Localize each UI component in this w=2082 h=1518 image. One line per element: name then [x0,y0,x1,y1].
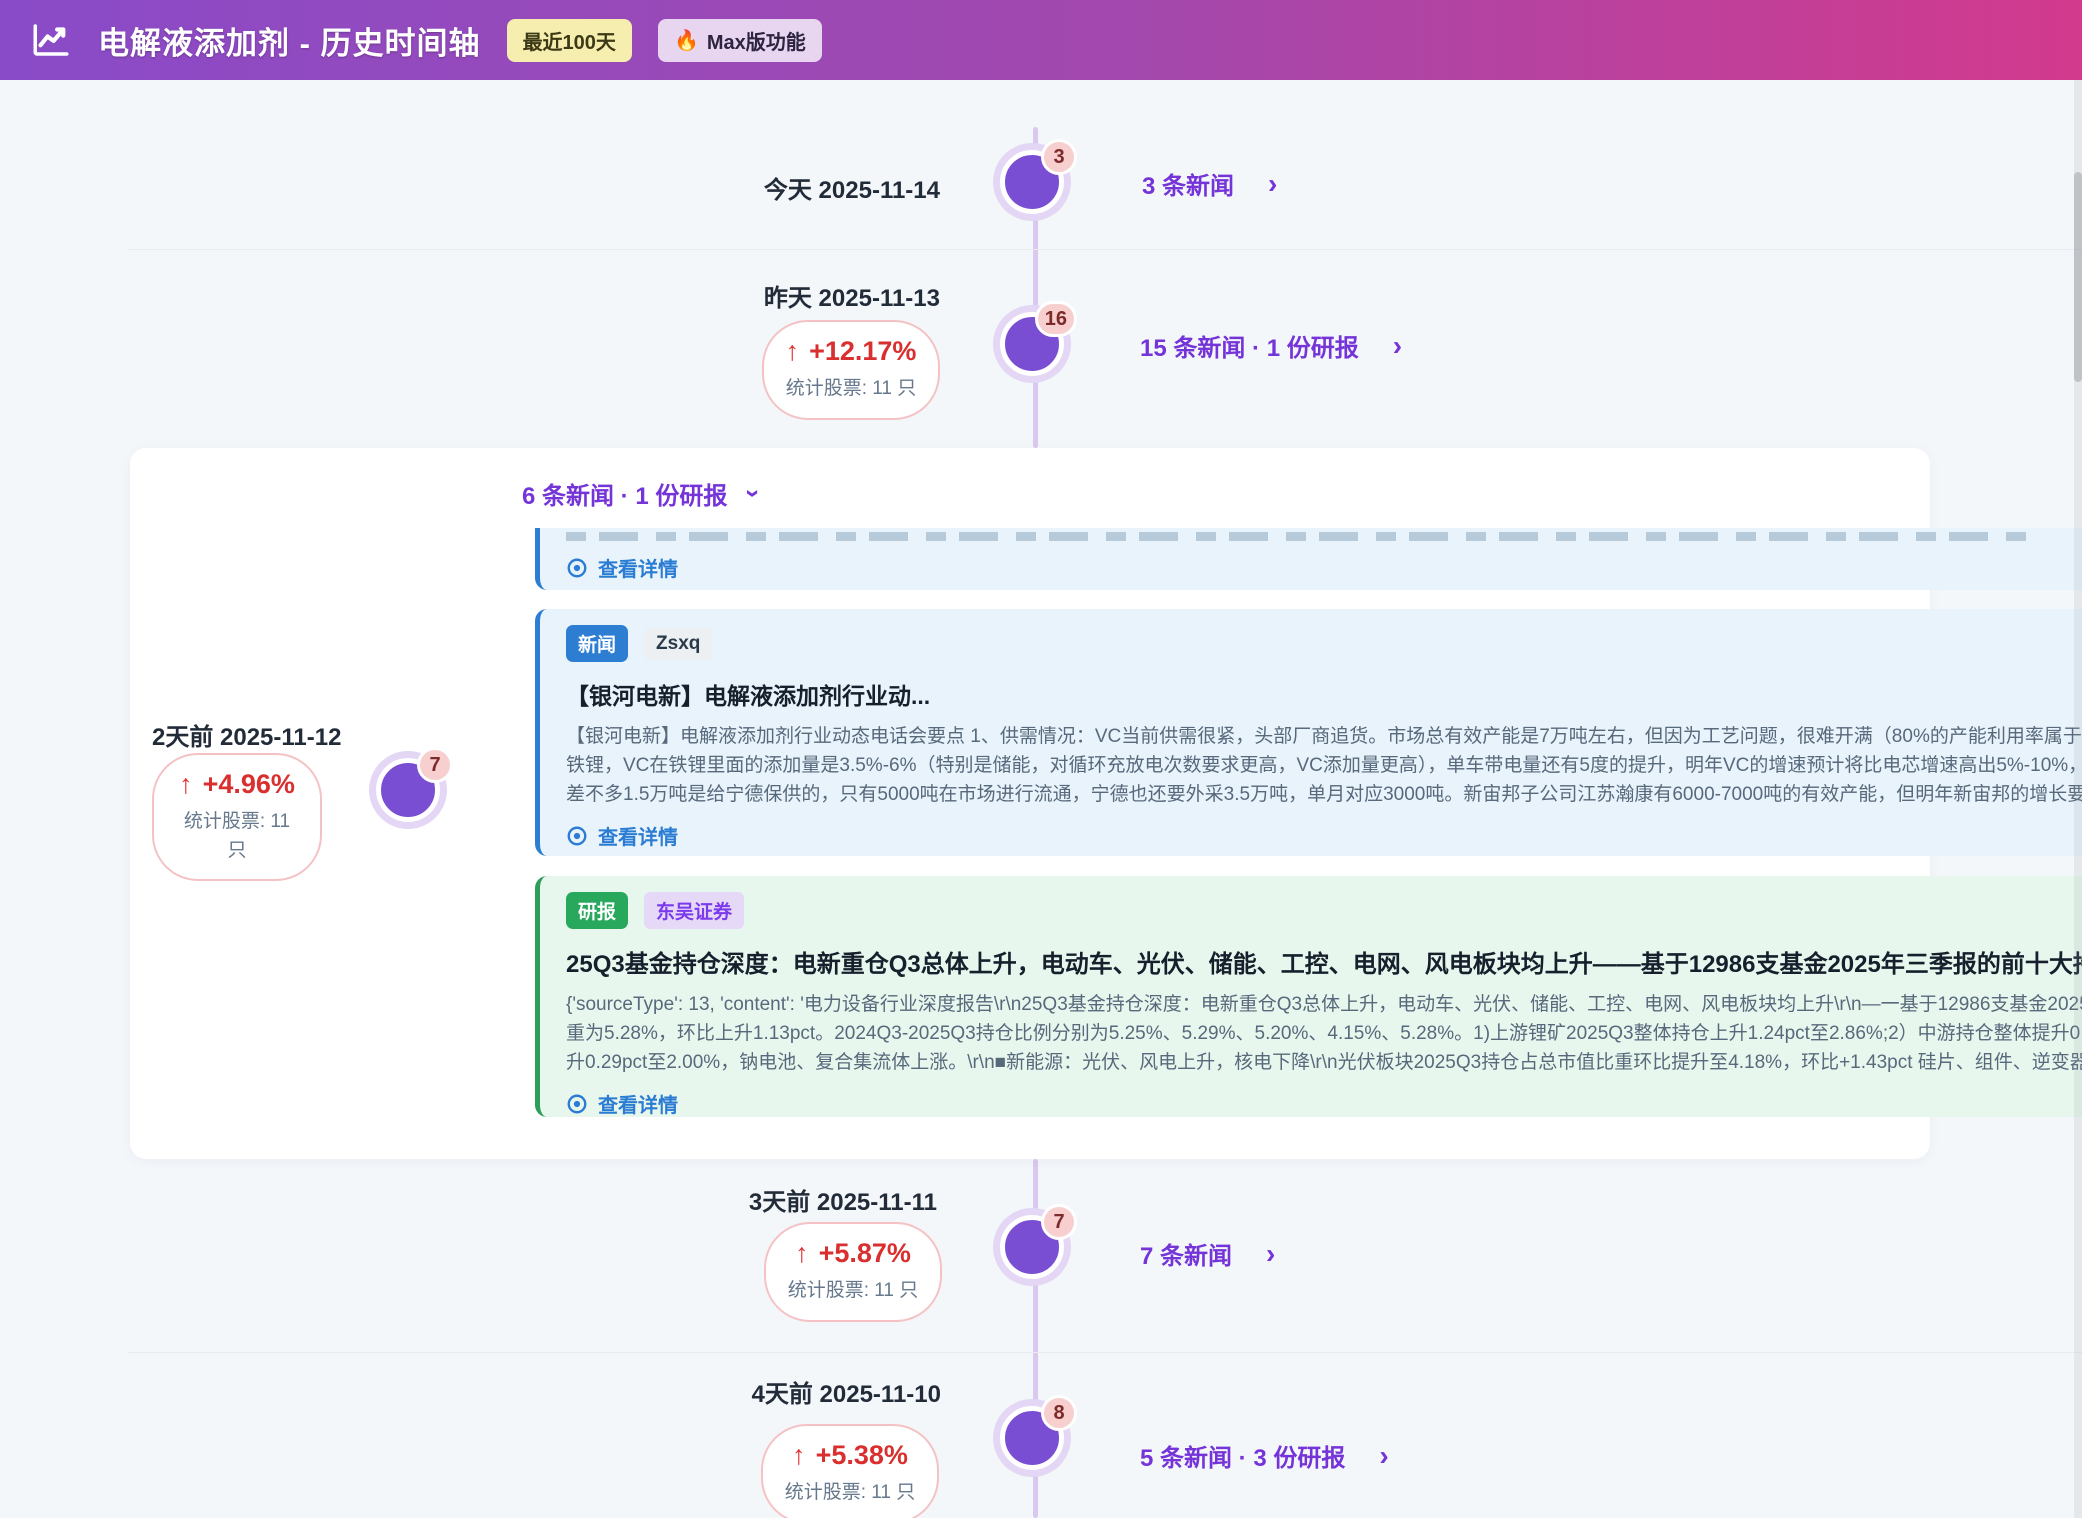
timeline-node[interactable]: 7 [376,758,440,822]
fire-icon: 🔥 [674,28,699,53]
report-body-line: 升0.29pct至2.00%，钠电池、复合集流体上涨。\r\n■新能源：光伏、风… [566,1048,2082,1077]
entry-summary-link[interactable]: 3 条新闻 › [1142,166,1277,201]
up-arrow-icon: ↑ [795,1238,809,1269]
chevron-right-icon: › [1379,1440,1388,1472]
news-card: 新闻 Zsxq 【银河电新】电解液添加剂行业动... 【银河电新】电解液添加剂行… [535,609,2082,856]
range-badge[interactable]: 最近100天 [507,19,632,62]
report-title: 25Q3基金持仓深度：电新重仓Q3总体上升，电动车、光伏、储能、工控、电网、风电… [566,944,2082,979]
stocks-count: 统计股票: 11 只 [788,1277,919,1306]
entry-summary-text: 7 条新闻 [1140,1236,1232,1271]
change-percent: +5.87% [819,1238,911,1269]
change-percent: +4.96% [203,769,295,800]
view-detail-link[interactable]: 查看详情 [566,821,2082,850]
news-body-line: 铁锂，VC在铁锂里面的添加量是3.5%-6%（特别是储能，对循环充放电次数要求更… [566,751,2082,780]
entry-summary-link[interactable]: 7 条新闻 › [1140,1236,1275,1271]
entry-summary-link[interactable]: 5 条新闻 · 3 份研报 › [1140,1438,1389,1473]
up-arrow-icon: ↑ [179,769,193,800]
row-divider [127,1352,2082,1353]
report-type-badge: 研报 [566,892,628,929]
app-header: 电解液添加剂 - 历史时间轴 最近100天 🔥 Max版功能 [0,0,2082,80]
report-body-line: {'sourceType': 13, 'content': '电力设备行业深度报… [566,990,2082,1019]
change-pill: ↑ +12.17% 统计股票: 11 只 [762,320,940,420]
news-body-line: 差不多1.5万吨是给宁德保供的，只有5000吨在市场进行流通，宁德也还要外采3.… [566,780,2082,809]
timeline-node[interactable]: 16 [1000,312,1064,376]
news-count-badge: 3 [1041,139,1077,175]
timeline-page: 电解液添加剂 - 历史时间轴 最近100天 🔥 Max版功能 今天 2025-1… [0,0,2082,1518]
stocks-count: 统计股票: 11 只 [172,808,302,865]
news-type-badge: 新闻 [566,625,628,662]
max-feature-label: Max版功能 [707,26,806,55]
view-detail-label: 查看详情 [598,1089,678,1117]
timeline-node[interactable]: 3 [1000,150,1064,214]
change-pill: ↑ +4.96% 统计股票: 11 只 [152,753,322,881]
row-divider [127,249,2082,250]
news-count-badge: 16 [1035,301,1077,337]
vertical-scrollbar[interactable] [2074,80,2082,1518]
entry-date: 3天前 2025-11-11 [749,1182,937,1217]
chevron-down-icon: › [738,489,769,498]
entry-date: 今天 2025-11-14 [764,170,940,205]
line-chart-icon [30,19,72,61]
chevron-right-icon: › [1268,168,1277,200]
entry-summary-text: 6 条新闻 · 1 份研报 [522,476,727,511]
up-arrow-icon: ↑ [792,1440,806,1471]
entry-summary-link[interactable]: 15 条新闻 · 1 份研报 › [1140,328,1402,363]
timeline-node[interactable]: 7 [1000,1215,1064,1279]
entry-summary-text: 15 条新闻 · 1 份研报 [1140,328,1359,363]
view-detail-label: 查看详情 [598,553,678,582]
eye-icon [566,557,588,579]
stocks-count: 统计股票: 11 只 [785,1479,916,1508]
change-pill: ↑ +5.38% 统计股票: 11 只 [761,1424,939,1518]
view-detail-label: 查看详情 [598,821,678,850]
eye-icon [566,825,588,847]
clipped-text-strip [566,532,2032,541]
scrollbar-thumb[interactable] [2074,172,2082,382]
chevron-right-icon: › [1266,1238,1275,1270]
entry-date: 2天前 2025-11-12 [152,717,341,752]
entry-date: 昨天 2025-11-13 [764,278,940,313]
news-title: 【银河电新】电解液添加剂行业动... [566,677,2082,711]
news-count-badge: 7 [417,747,453,783]
view-detail-link[interactable]: 查看详情 [566,553,2082,582]
up-arrow-icon: ↑ [786,336,800,367]
change-pill: ↑ +5.87% 统计股票: 11 只 [764,1222,942,1322]
stocks-count: 统计股票: 11 只 [786,375,917,404]
timeline-node[interactable]: 8 [1000,1406,1064,1470]
report-card: 研报 东吴证券 25Q3基金持仓深度：电新重仓Q3总体上升，电动车、光伏、储能、… [535,876,2082,1117]
entry-date: 4天前 2025-11-10 [752,1374,941,1409]
change-percent: +12.17% [809,336,916,367]
entry-summary-text: 3 条新闻 [1142,166,1234,201]
report-body-line: 重为5.28%，环比上升1.13pct。2024Q3-2025Q3持仓比例分别为… [566,1019,2082,1048]
view-detail-link[interactable]: 查看详情 [566,1089,2082,1117]
news-count-badge: 8 [1041,1395,1077,1431]
chevron-right-icon: › [1393,330,1402,362]
max-feature-badge: 🔥 Max版功能 [658,19,822,62]
news-source-badge: Zsxq [644,628,712,660]
news-count-badge: 7 [1041,1204,1077,1240]
news-card-clipped: 查看详情 [535,528,2082,590]
report-source-badge: 东吴证券 [644,892,744,929]
news-body-line: 【银河电新】电解液添加剂行业动态电话会要点 1、供需情况：VC当前供需很紧，头部… [566,722,2082,751]
expanded-summary-toggle[interactable]: 6 条新闻 · 1 份研报 › [522,476,758,511]
eye-icon [566,1093,588,1115]
entry-summary-text: 5 条新闻 · 3 份研报 [1140,1438,1345,1473]
change-percent: +5.38% [816,1440,908,1471]
page-title: 电解液添加剂 - 历史时间轴 [98,18,481,63]
